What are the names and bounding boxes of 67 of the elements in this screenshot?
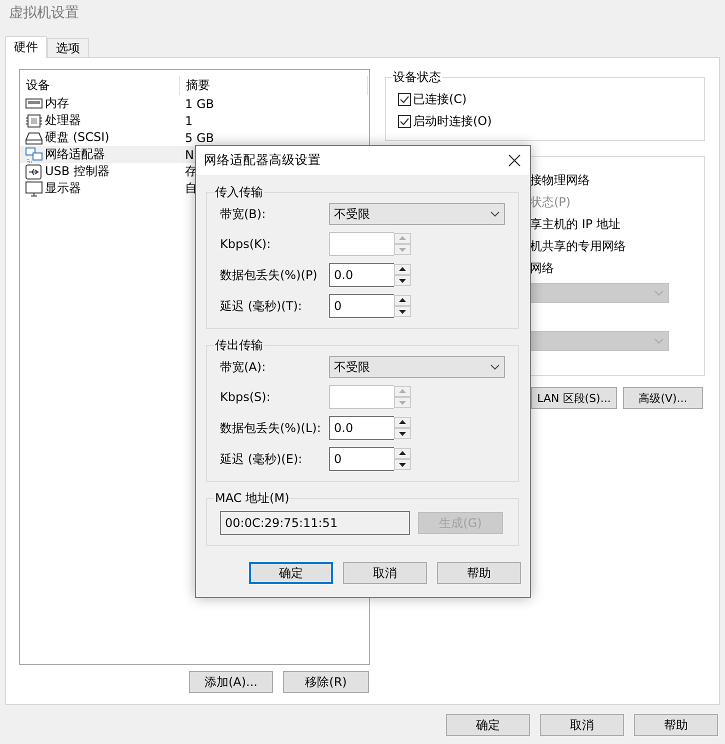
chevron-icon bbox=[654, 290, 664, 296]
network-button[interactable]: 高级(V)... bbox=[623, 387, 703, 409]
mac-address-field[interactable]: 00:0C:29:75:11:51 bbox=[220, 511, 410, 535]
dialog-button[interactable]: 确定 bbox=[249, 562, 333, 584]
field-label: Kbps(K): bbox=[220, 237, 272, 251]
tab[interactable]: 选项 bbox=[47, 38, 89, 57]
device-summary: N bbox=[184, 148, 194, 162]
device-summary: 1 bbox=[184, 114, 193, 128]
dialog-button[interactable]: 取消 bbox=[343, 562, 427, 584]
option-label: 机共享的专用网络 bbox=[530, 238, 627, 255]
chevron-icon bbox=[490, 211, 500, 217]
list-button[interactable]: 移除(R) bbox=[283, 671, 369, 693]
number-field[interactable]: 0 bbox=[329, 294, 394, 318]
chevron-icon bbox=[490, 364, 500, 370]
device-summary: 1 GB bbox=[184, 96, 214, 110]
memory-icon bbox=[25, 96, 43, 112]
field-label: 延迟 (毫秒)(E): bbox=[220, 450, 304, 468]
checkbox[interactable] bbox=[398, 114, 411, 128]
group-title: 设备状态 bbox=[392, 69, 442, 86]
drive-icon bbox=[25, 130, 43, 146]
group-title: 传入传输 bbox=[214, 184, 264, 201]
number-field[interactable]: 0 bbox=[329, 447, 394, 471]
network-button[interactable]: LAN 区段(S)... bbox=[531, 387, 617, 409]
bandwidth-dropdown[interactable]: 不受限 bbox=[329, 203, 505, 225]
field-label: 数据包丢失(%)(P) bbox=[220, 266, 318, 284]
field-label: 延迟 (毫秒)(T): bbox=[220, 298, 303, 314]
tab[interactable]: 硬件 bbox=[5, 36, 47, 58]
option-label: 享主机的 IP 地址 bbox=[530, 216, 622, 233]
device-name: 网络适配器 bbox=[45, 146, 105, 163]
monitor-icon bbox=[25, 180, 43, 196]
footer-button[interactable]: 取消 bbox=[540, 714, 624, 736]
usb-icon bbox=[25, 164, 43, 180]
column-header: 摘要 bbox=[180, 76, 368, 95]
chevron-icon bbox=[654, 338, 664, 344]
chip-icon bbox=[25, 112, 43, 128]
number-field[interactable]: 0.0 bbox=[329, 263, 394, 287]
device-name: 显示器 bbox=[45, 180, 81, 197]
checkbox-label: 启动时连接(O) bbox=[413, 112, 492, 130]
checkbox-label: 已连接(C) bbox=[413, 90, 467, 108]
list-button[interactable]: 添加(A)... bbox=[189, 671, 273, 693]
device-row[interactable]: 硬盘 (SCSI) 5 GB bbox=[20, 129, 369, 146]
close-icon[interactable] bbox=[508, 154, 521, 167]
device-row[interactable]: 内存 1 GB bbox=[20, 95, 369, 112]
field-label: 带宽(B): bbox=[220, 206, 267, 222]
field-label: 带宽(A): bbox=[220, 358, 267, 376]
device-name: 硬盘 (SCSI) bbox=[45, 129, 110, 146]
network-icon bbox=[25, 146, 43, 162]
device-summary: 自 bbox=[184, 180, 197, 197]
device-name: USB 控制器 bbox=[45, 163, 110, 180]
device-row[interactable]: 处理器 1 bbox=[20, 112, 369, 129]
group-title: MAC 地址(M) bbox=[214, 490, 290, 507]
field-label: 数据包丢失(%)(L): bbox=[220, 420, 322, 436]
column-header: 设备 bbox=[20, 76, 180, 95]
dialog-button[interactable]: 帮助 bbox=[437, 562, 521, 584]
option-label: 网络 bbox=[530, 260, 555, 277]
window-title: 虚拟机设置 bbox=[8, 4, 80, 23]
device-name: 内存 bbox=[45, 95, 69, 112]
option-label: 接物理网络 bbox=[530, 172, 591, 189]
device-name: 处理器 bbox=[45, 112, 81, 129]
footer-button[interactable]: 帮助 bbox=[634, 714, 718, 736]
checkbox[interactable] bbox=[398, 92, 411, 106]
footer-button[interactable]: 确定 bbox=[446, 714, 530, 736]
number-field[interactable]: 0.0 bbox=[329, 416, 394, 440]
device-summary: 5 GB bbox=[184, 130, 214, 144]
bandwidth-dropdown[interactable]: 不受限 bbox=[329, 356, 505, 378]
group-title: 传出传输 bbox=[214, 337, 264, 354]
field-label: Kbps(S): bbox=[220, 390, 272, 404]
